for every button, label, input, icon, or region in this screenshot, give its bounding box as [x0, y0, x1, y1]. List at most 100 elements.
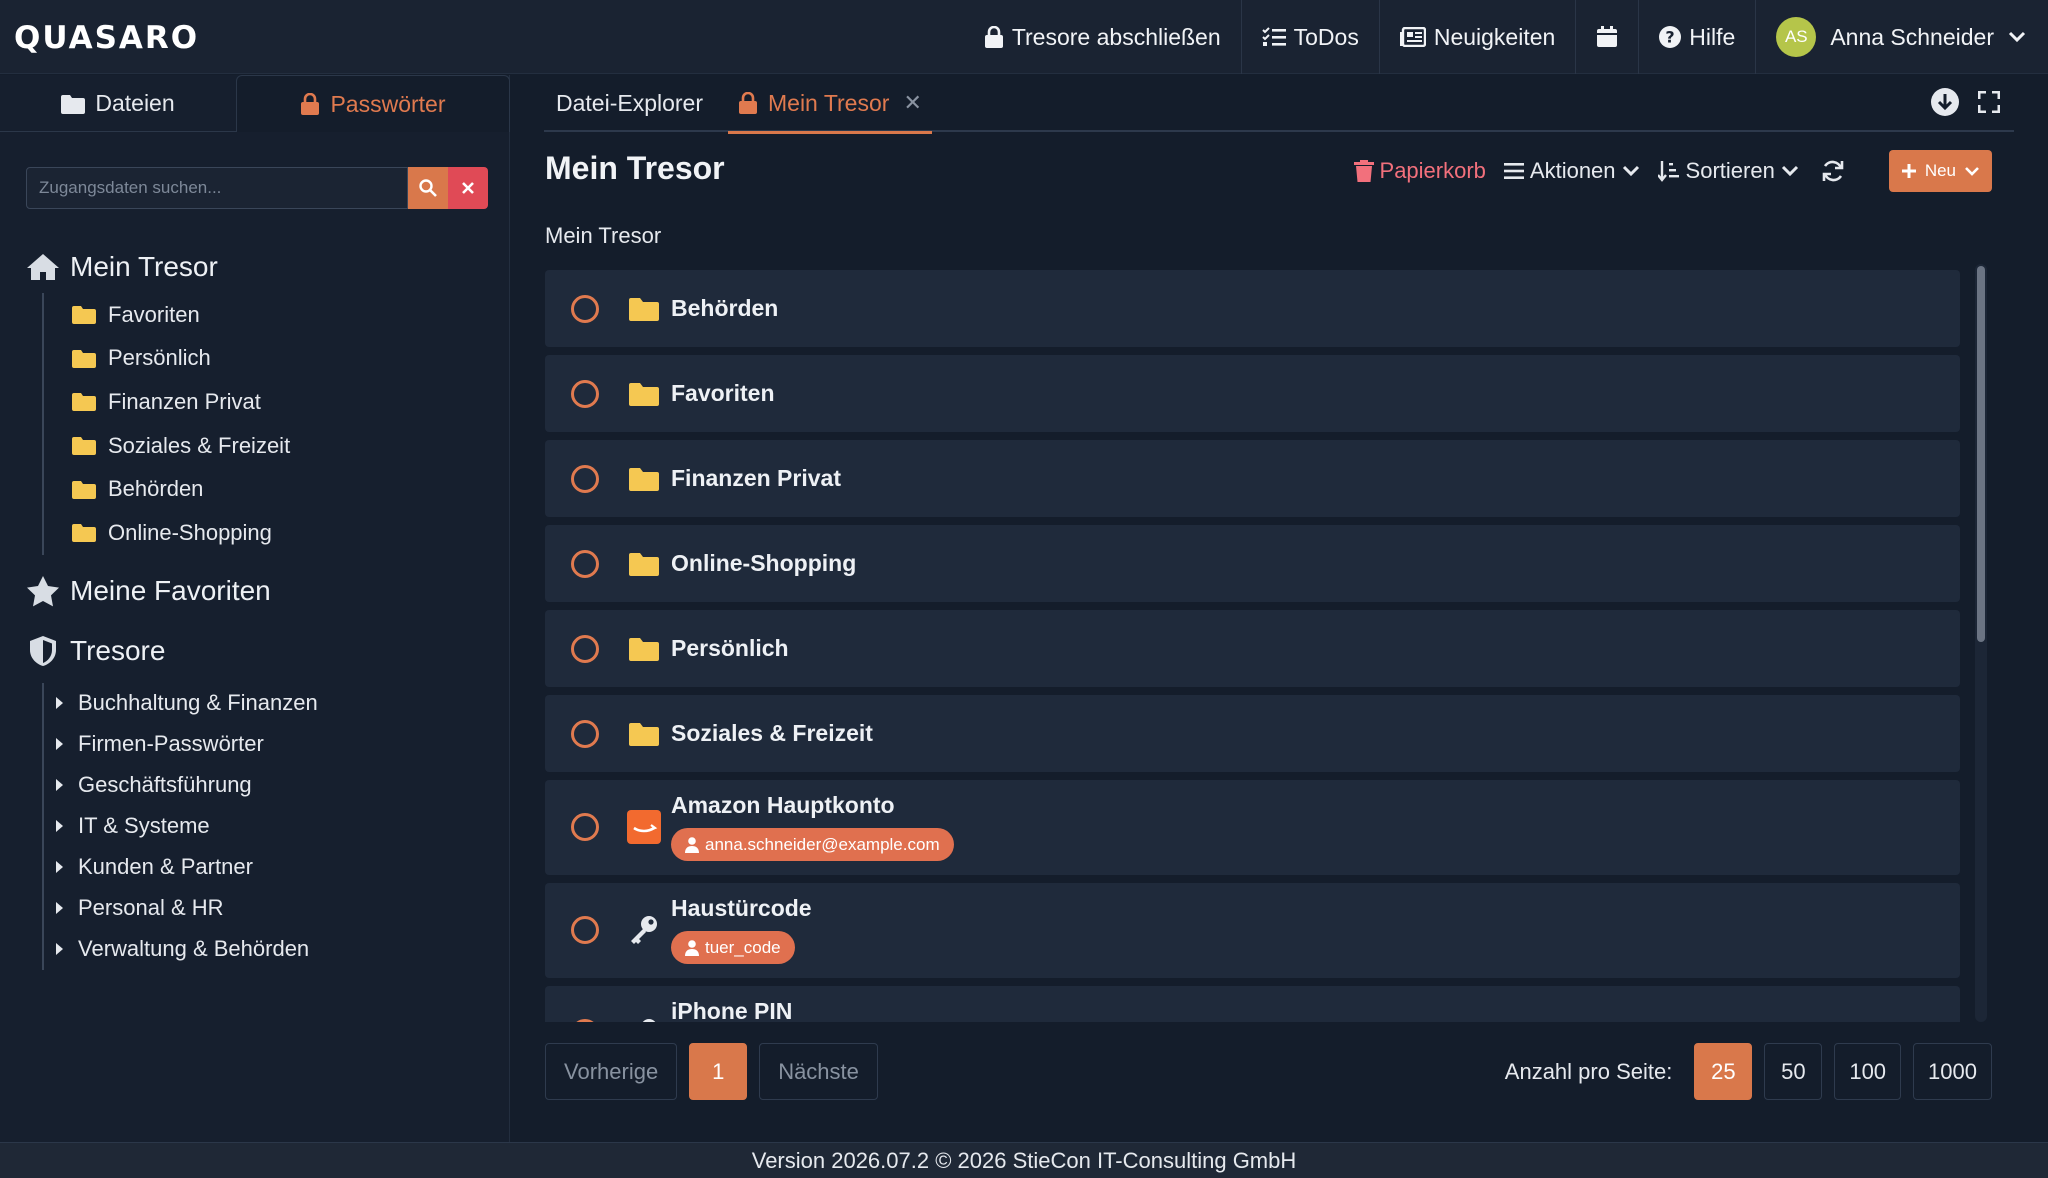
- per-page-1000-button[interactable]: 1000: [1913, 1043, 1992, 1100]
- row-checkbox[interactable]: [571, 1019, 599, 1022]
- clear-search-button[interactable]: [448, 167, 488, 209]
- tree-item-label: Buchhaltung & Finanzen: [78, 690, 318, 716]
- todos-button[interactable]: ToDos: [1240, 0, 1379, 74]
- tree-vault-it-systeme[interactable]: IT & Systeme: [54, 806, 496, 847]
- question-circle-icon: ?: [1659, 26, 1682, 48]
- tree-item-label: Verwaltung & Behörden: [78, 936, 310, 962]
- row-checkbox[interactable]: [571, 719, 599, 748]
- row-checkbox[interactable]: [571, 634, 599, 663]
- tree-vault-personal-hr[interactable]: Personal & HR: [54, 888, 496, 929]
- previous-page-button[interactable]: Vorherige: [545, 1043, 678, 1100]
- tree-item-favoriten[interactable]: Favoriten: [72, 293, 496, 337]
- breadcrumb[interactable]: Mein Tresor: [545, 223, 661, 249]
- per-page-50-button[interactable]: 50: [1764, 1043, 1823, 1100]
- row-checkbox[interactable]: [571, 916, 599, 944]
- sort-dropdown[interactable]: Sortieren: [1657, 158, 1799, 184]
- tab-tools: [1930, 87, 2000, 117]
- list-scrollbar[interactable]: [1975, 264, 1987, 1022]
- list-item-folder[interactable]: Behörden: [545, 270, 1960, 347]
- list-item-folder[interactable]: Finanzen Privat: [545, 440, 1960, 517]
- list-item-folder[interactable]: Persönlich: [545, 610, 1960, 687]
- tab-passwords[interactable]: Passwörter: [236, 75, 510, 132]
- tree-vault-kunden-partner[interactable]: Kunden & Partner: [54, 847, 496, 888]
- new-button[interactable]: Neu: [1888, 150, 1992, 192]
- row-checkbox[interactable]: [571, 813, 599, 841]
- per-page-100-button[interactable]: 100: [1834, 1043, 1902, 1100]
- calendar-button[interactable]: [1575, 0, 1638, 74]
- navbar-menu: Tresore abschließen ToDos Neuigkeiten ? …: [964, 0, 2048, 74]
- logo[interactable]: QUASARO: [14, 16, 199, 60]
- tree-item-online-shopping[interactable]: Online-Shopping: [72, 511, 496, 555]
- row-checkbox[interactable]: [571, 549, 599, 578]
- user-icon: [685, 939, 699, 956]
- list-item-folder[interactable]: Soziales & Freizeit: [545, 695, 1960, 772]
- tree-vault-firmen-passwoerter[interactable]: Firmen-Passwörter: [54, 724, 496, 765]
- folder-icon: [72, 349, 96, 368]
- actions-label: Aktionen: [1529, 158, 1616, 183]
- list-item-credential[interactable]: Haustürcode tuer_code: [545, 883, 1960, 978]
- per-page-label: Anzahl pro Seite:: [1504, 1058, 1673, 1084]
- list-item-folder[interactable]: Favoriten: [545, 355, 1960, 432]
- tab-file-explorer[interactable]: Datei-Explorer: [544, 75, 715, 132]
- tab-my-vault-label: Mein Tresor: [768, 89, 890, 116]
- folder-icon: [61, 94, 86, 114]
- search-button[interactable]: [408, 167, 448, 209]
- row-title: Soziales & Freizeit: [671, 720, 873, 746]
- scrollbar-thumb[interactable]: [1977, 266, 1985, 642]
- list-item-folder[interactable]: Online-Shopping: [545, 525, 1960, 602]
- list-item-credential[interactable]: iPhone PIN: [545, 986, 1960, 1022]
- tab-my-vault[interactable]: Mein Tresor ✕: [728, 75, 932, 134]
- news-button[interactable]: Neuigkeiten: [1378, 0, 1575, 74]
- row-checkbox[interactable]: [571, 379, 599, 408]
- help-button[interactable]: ? Hilfe: [1638, 0, 1755, 74]
- left-panel: Dateien Passwörter Mein Tresor Favoriten: [0, 75, 510, 1142]
- tree-item-persoenlich[interactable]: Persönlich: [72, 337, 496, 381]
- search-input[interactable]: [26, 167, 408, 209]
- actions-dropdown[interactable]: Aktionen: [1503, 158, 1640, 184]
- tree-vault-buchhaltung[interactable]: Buchhaltung & Finanzen: [54, 683, 496, 724]
- next-page-button[interactable]: Nächste: [759, 1043, 878, 1100]
- tree-vault-verwaltung[interactable]: Verwaltung & Behörden: [54, 929, 496, 970]
- folder-icon: [627, 292, 661, 326]
- checklist-icon: [1261, 27, 1286, 46]
- username-text: tuer_code: [705, 937, 781, 957]
- tree-item-label: Favoriten: [108, 301, 200, 327]
- tree-my-vault[interactable]: Mein Tresor: [26, 245, 496, 289]
- folder-icon: [627, 462, 661, 496]
- tree-vault-geschaeftsfuehrung[interactable]: Geschäftsführung: [54, 765, 496, 806]
- tab-files[interactable]: Dateien: [0, 75, 236, 132]
- tree-vaults[interactable]: Tresore: [26, 629, 496, 673]
- help-label: Hilfe: [1689, 23, 1736, 50]
- folder-icon: [627, 632, 661, 666]
- menu-icon: [1503, 163, 1524, 179]
- tree-item-behoerden[interactable]: Behörden: [72, 467, 496, 511]
- per-page-25-button[interactable]: 25: [1694, 1043, 1753, 1100]
- calendar-icon: [1597, 26, 1618, 47]
- row-checkbox[interactable]: [571, 464, 599, 493]
- trash-label: Papierkorb: [1379, 158, 1486, 183]
- username-badge: anna.schneider@example.com: [671, 828, 954, 861]
- download-circle-icon[interactable]: [1930, 87, 1960, 117]
- lock-vaults-button[interactable]: Tresore abschließen: [964, 0, 1241, 74]
- tree-item-finanzen-privat[interactable]: Finanzen Privat: [72, 380, 496, 424]
- fullscreen-icon[interactable]: [1978, 91, 2000, 113]
- user-menu[interactable]: AS Anna Schneider: [1755, 0, 2048, 74]
- caret-right-icon: [56, 779, 63, 792]
- list-item-credential[interactable]: Amazon Hauptkonto anna.schneider@example…: [545, 780, 1960, 875]
- todos-label: ToDos: [1293, 23, 1359, 50]
- close-tab-icon[interactable]: ✕: [903, 90, 921, 116]
- trash-button[interactable]: Papierkorb: [1353, 158, 1486, 184]
- page-1-button[interactable]: 1: [689, 1043, 748, 1100]
- main-tabs: Datei-Explorer Mein Tresor ✕: [544, 75, 2014, 134]
- caret-right-icon: [56, 738, 63, 751]
- row-checkbox[interactable]: [571, 294, 599, 323]
- refresh-button[interactable]: [1821, 159, 1845, 183]
- row-title: Online-Shopping: [671, 550, 857, 576]
- plus-icon: [1901, 164, 1916, 178]
- sort-icon: [1657, 161, 1679, 182]
- tree-item-soziales[interactable]: Soziales & Freizeit: [72, 424, 496, 468]
- tree-my-favorites[interactable]: Meine Favoriten: [26, 569, 496, 613]
- tab-passwords-label: Passwörter: [330, 90, 446, 117]
- caret-right-icon: [56, 861, 63, 874]
- caret-right-icon: [56, 820, 63, 833]
